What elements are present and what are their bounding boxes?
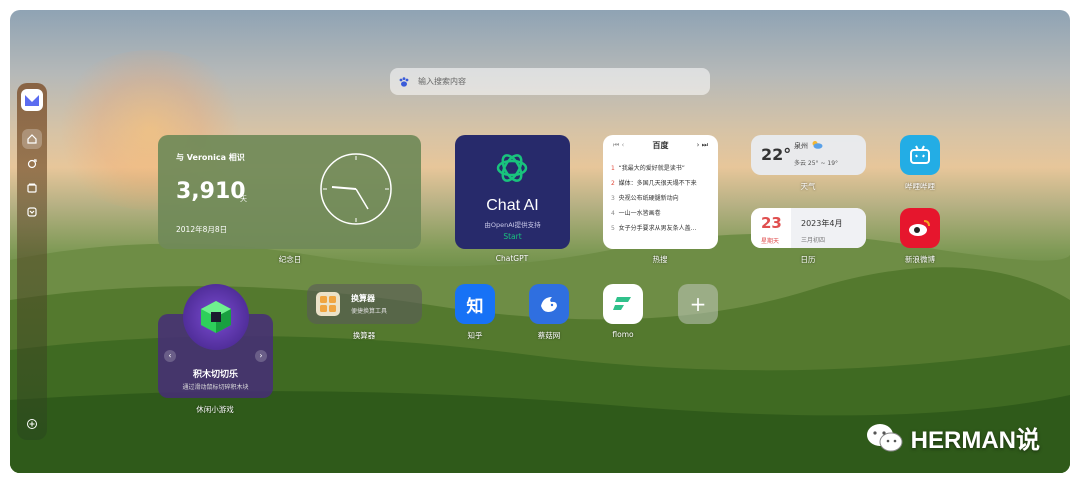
- list-item[interactable]: 5 女子分手要求从男友条人盖...: [611, 223, 713, 238]
- game-label: 休闲小游戏: [196, 405, 234, 414]
- gallery-icon[interactable]: [22, 178, 42, 198]
- converter-widget[interactable]: 换算器 便捷换算工具: [307, 284, 422, 324]
- cloudy-icon: [812, 141, 823, 149]
- hot-search-label: 热搜: [652, 255, 668, 264]
- anniversary-days: 3,910: [176, 179, 246, 204]
- next-arrow-icon[interactable]: ›: [255, 350, 267, 362]
- calendar-weekday: 星期天: [761, 238, 780, 245]
- pocket-icon[interactable]: [22, 202, 42, 222]
- list-item[interactable]: 3 央视公布纸硬腿新动向: [611, 193, 713, 208]
- flomo-app-icon[interactable]: [603, 284, 643, 324]
- calendar-label: 日历: [800, 255, 816, 264]
- anniversary-unit: 天: [240, 195, 247, 203]
- anniversary-widget[interactable]: 与 Veronica 相识 3,910 天 2012年8月8日: [158, 135, 421, 249]
- wechat-icon: [866, 423, 903, 451]
- list-item[interactable]: 4 一山一水皆画卷: [611, 208, 713, 223]
- weather-temp: 22°: [761, 145, 792, 164]
- calculator-icon: [316, 292, 340, 316]
- home-icon[interactable]: [22, 129, 42, 149]
- clock-icon: [320, 153, 392, 225]
- bilibili-app-icon[interactable]: [900, 135, 940, 175]
- calendar-month: 2023年4月: [801, 219, 843, 228]
- chatgpt-widget[interactable]: Chat AI 由OpenAI提供支持 Start: [455, 135, 570, 249]
- chatgpt-start-link[interactable]: Start: [455, 232, 570, 241]
- chatgpt-label: ChatGPT: [495, 254, 529, 263]
- game-subtitle: 通过滑动鼠标切碎积木块: [182, 384, 249, 391]
- watermark-text: HERMAN说: [910, 427, 1040, 454]
- anniversary-title: 与 Veronica 相识: [176, 153, 245, 162]
- zhihu-app-icon[interactable]: 知: [455, 284, 495, 324]
- baidu-paw-icon: [399, 76, 409, 87]
- list-item[interactable]: 1 “我最大的爱好就是读书”: [611, 163, 713, 178]
- next-icon[interactable]: › ⏭: [697, 141, 708, 150]
- add-icon[interactable]: [22, 414, 42, 434]
- calendar-lunar: 三月初四: [801, 237, 826, 244]
- zhihu-label: 知乎: [467, 331, 483, 340]
- list-item[interactable]: 2 媒体：多国几天很天塌不下来: [611, 178, 713, 193]
- hot-search-widget[interactable]: ⏮ ‹ 百度 › ⏭ 1 “我最大的爱好就是读书” 2 媒体：多国几天很天塌不下…: [603, 135, 718, 249]
- anniversary-label: 纪念日: [278, 255, 302, 264]
- converter-title: 换算器: [351, 294, 375, 303]
- converter-subtitle: 便捷换算工具: [351, 308, 388, 315]
- weather-city: 泉州: [794, 142, 808, 150]
- search-placeholder: 输入搜索内容: [418, 77, 466, 86]
- block-game-icon: [183, 284, 249, 350]
- chatgpt-subtitle: 由OpenAI提供支持: [484, 221, 541, 229]
- weather-widget[interactable]: 22° 泉州 多云 25° ~ 19°: [751, 135, 866, 175]
- bird-label: 蔡菇网: [537, 331, 561, 340]
- weibo-label: 新浪微博: [905, 255, 935, 264]
- hot-list: 1 “我最大的爱好就是读书” 2 媒体：多国几天很天塌不下来 3 央视公布纸硬腿…: [611, 163, 713, 238]
- game-title: 积木切切乐: [192, 370, 238, 380]
- weibo-app-icon[interactable]: [900, 208, 940, 248]
- weather-label: 天气: [800, 182, 816, 191]
- weather-desc: 多云 25° ~ 19°: [794, 160, 839, 167]
- converter-label: 换算器: [352, 331, 376, 340]
- search-input[interactable]: 输入搜索内容: [390, 68, 710, 95]
- anniversary-date: 2012年8月8日: [176, 225, 228, 234]
- watermark: HERMAN说: [865, 420, 1040, 455]
- add-app-button[interactable]: +: [678, 284, 718, 324]
- openai-icon: [496, 154, 528, 182]
- calendar-day: 23: [761, 214, 782, 232]
- calendar-widget[interactable]: 23 星期天 2023年4月 三月初四: [751, 208, 866, 248]
- bilibili-label: 哔哩哔哩: [905, 182, 935, 191]
- app-logo-icon[interactable]: [21, 89, 43, 111]
- chatgpt-title: Chat AI: [486, 197, 539, 214]
- prev-arrow-icon[interactable]: ‹: [164, 350, 176, 362]
- flomo-label: flomo: [612, 330, 634, 339]
- sidebar: [17, 83, 47, 440]
- bird-app-icon[interactable]: [529, 284, 569, 324]
- rocket-icon[interactable]: [22, 154, 42, 174]
